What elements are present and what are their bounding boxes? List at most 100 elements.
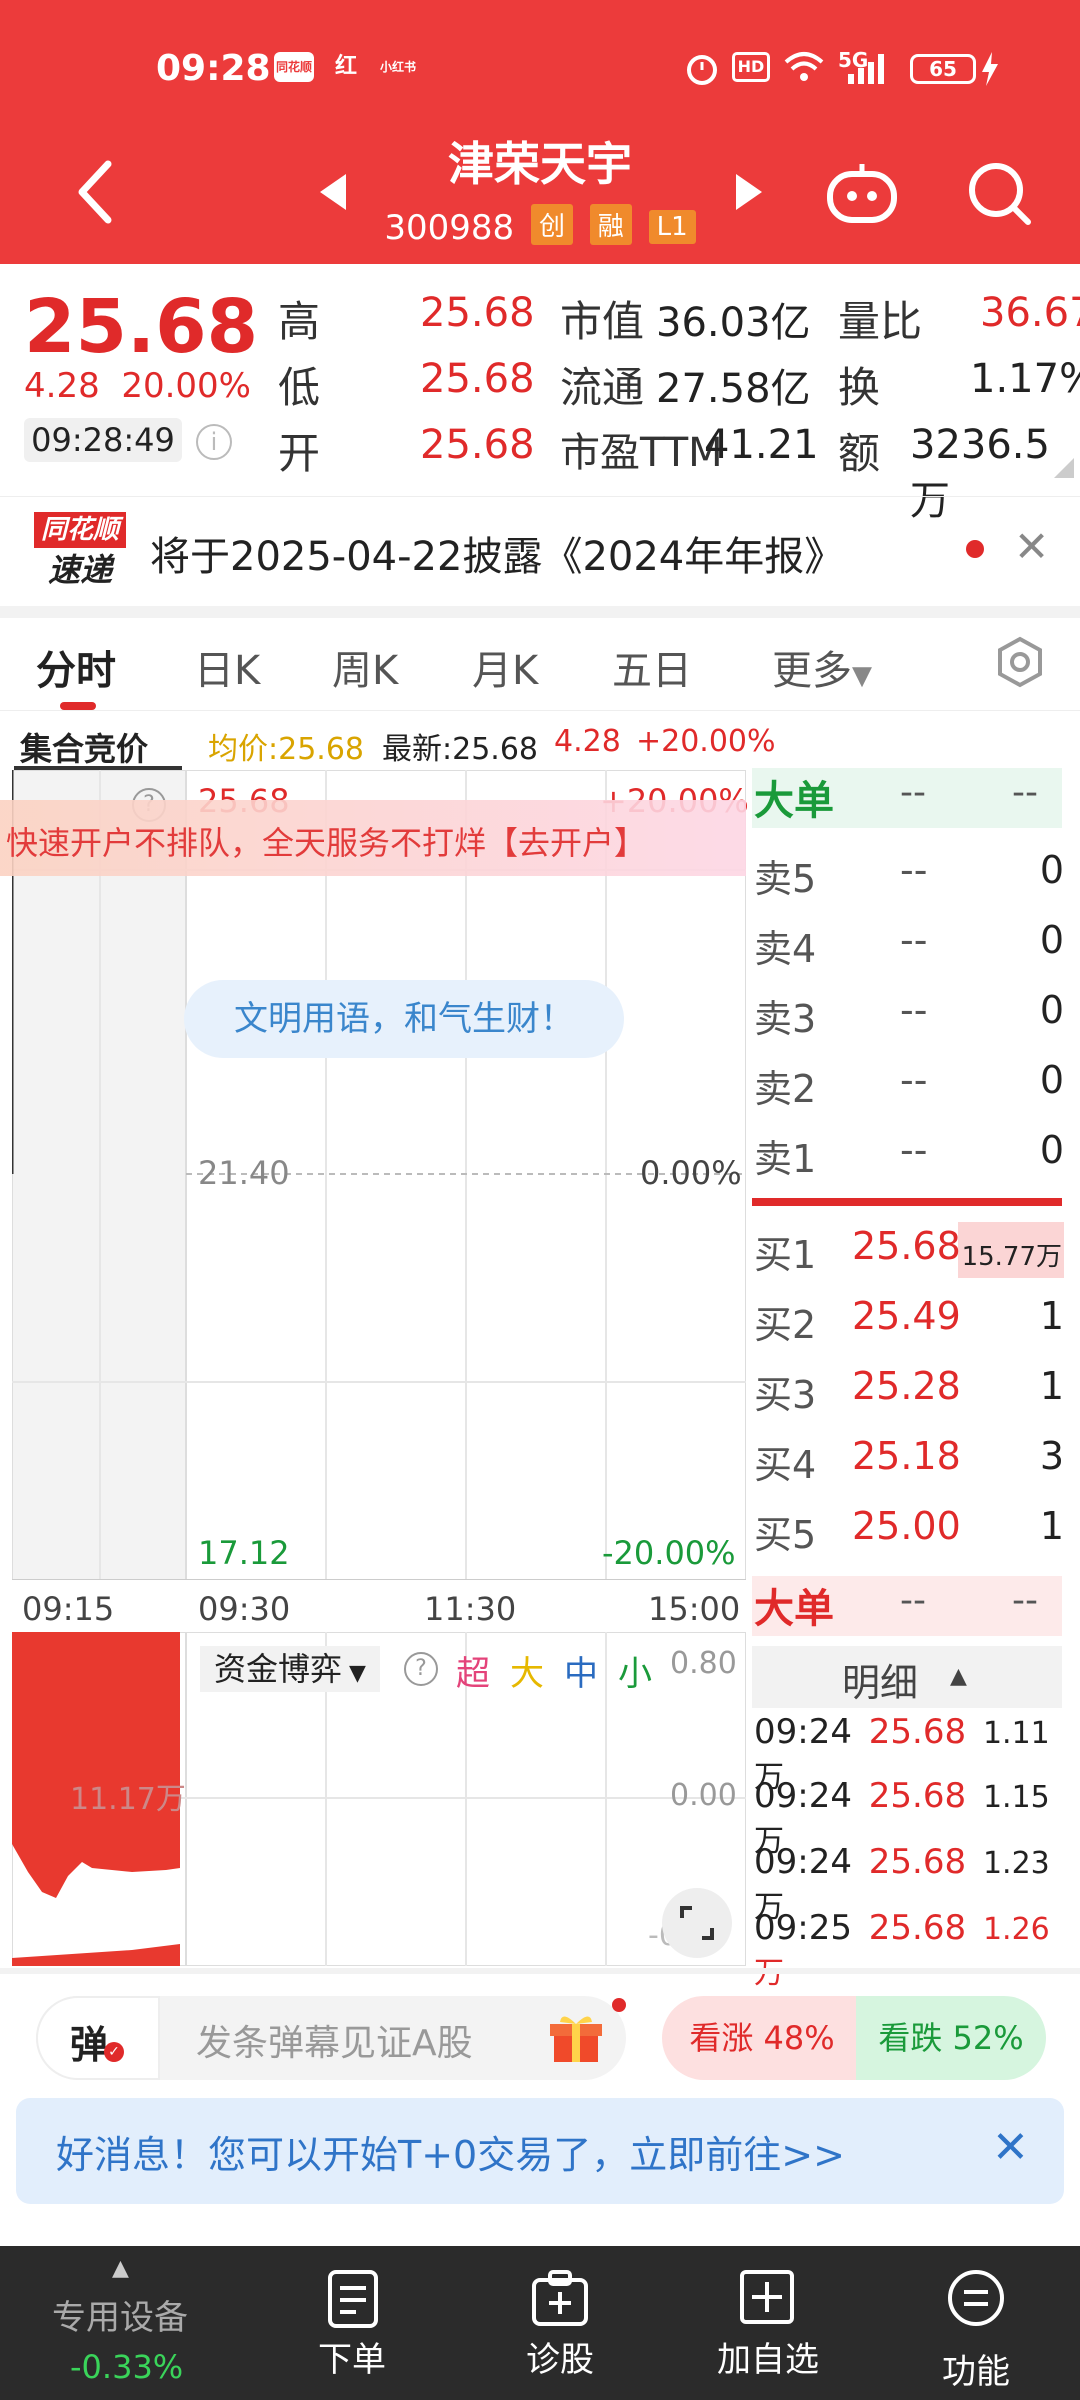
nav-order[interactable]: 下单 bbox=[262, 2332, 442, 2381]
quote-time: 09:28:49 bbox=[24, 418, 182, 462]
quote-value-float: 27.58亿 bbox=[656, 366, 811, 412]
open-account-banner[interactable]: 快速开户不排队，全天服务不打烊【去开户】 bbox=[6, 818, 646, 864]
flow-axis-top: 0.80 bbox=[670, 1646, 737, 1681]
tab-daily-k[interactable]: 日K bbox=[194, 638, 260, 696]
function-icon[interactable] bbox=[946, 2268, 1006, 2328]
order-icon[interactable] bbox=[326, 2270, 380, 2330]
legend-large: 大 bbox=[510, 1654, 544, 1694]
sector-name[interactable]: 专用设备 bbox=[52, 2290, 188, 2339]
ask-price: -- bbox=[900, 1058, 928, 1102]
ask-row-1[interactable]: 卖1 -- 0 bbox=[754, 1120, 1064, 1186]
legend-medium: 中 bbox=[564, 1654, 598, 1694]
bid-row-4[interactable]: 买4 25.18 3 bbox=[754, 1426, 1064, 1492]
quote-label-low: 低 bbox=[278, 363, 321, 412]
bid-price: 25.28 bbox=[852, 1364, 961, 1408]
nav-function[interactable]: 功能 bbox=[886, 2344, 1066, 2393]
capital-flow-title: 资金博弈 bbox=[214, 1650, 343, 1688]
time-tick: 11:30 bbox=[424, 1590, 517, 1628]
legend-super: 超 bbox=[456, 1654, 490, 1694]
quote-label-pe: 市盈TTM bbox=[560, 430, 723, 476]
bid-row-5[interactable]: 买5 25.00 1 bbox=[754, 1496, 1064, 1562]
ask-row-4[interactable]: 卖4 -- 0 bbox=[754, 910, 1064, 976]
bid-row-1[interactable]: 买1 25.68 15.77万 bbox=[754, 1216, 1064, 1282]
time-tick: 15:00 bbox=[648, 1590, 741, 1628]
diagnose-icon[interactable] bbox=[530, 2270, 590, 2330]
tab-five-day[interactable]: 五日 bbox=[612, 638, 692, 696]
gift-icon[interactable] bbox=[548, 2010, 604, 2066]
promo-text: 好消息！您可以开始T+0交易了，立即前往>> bbox=[56, 2133, 845, 2177]
gift-badge-dot bbox=[612, 1998, 626, 2012]
ask-row-5[interactable]: 卖5 -- 0 bbox=[754, 840, 1064, 906]
bid-volume: 1 bbox=[1039, 1504, 1064, 1548]
fullscreen-button[interactable] bbox=[662, 1888, 732, 1958]
ask-volume: 0 bbox=[1039, 1128, 1064, 1172]
bid-row-3[interactable]: 买3 25.28 1 bbox=[754, 1356, 1064, 1422]
capital-flow-dropdown[interactable]: 资金博弈 ▼ bbox=[200, 1646, 380, 1692]
tick-time: 09:25 bbox=[754, 1908, 852, 1948]
bid-price: 25.00 bbox=[852, 1504, 961, 1548]
bid-label: 买4 bbox=[754, 1443, 817, 1487]
bid-price: 25.68 bbox=[852, 1224, 961, 1268]
tab-intraday[interactable]: 分时 bbox=[36, 638, 116, 696]
intraday-chart[interactable] bbox=[12, 770, 746, 1580]
quote-value-volratio: 36.67 bbox=[980, 290, 1080, 336]
expand-corner-icon[interactable] bbox=[1054, 458, 1074, 478]
status-app-icon: 红 bbox=[334, 54, 357, 79]
tag-chuang: 创 bbox=[530, 204, 573, 245]
chevron-down-icon: ▼ bbox=[852, 661, 872, 691]
tick-price: 25.68 bbox=[868, 1908, 967, 1948]
latest-change: 4.28 bbox=[554, 724, 621, 759]
chart-mid-pct: 0.00% bbox=[640, 1154, 742, 1192]
capital-flow-help-icon[interactable]: ? bbox=[404, 1652, 438, 1686]
time-tick: 09:15 bbox=[22, 1590, 115, 1628]
chevron-up-icon[interactable]: ▲ bbox=[112, 2256, 129, 2281]
news-logo-bottom: 速递 bbox=[47, 551, 112, 589]
detail-label: 明细 bbox=[842, 1661, 919, 1705]
bid-label: 买5 bbox=[754, 1513, 817, 1557]
time-tick: 09:30 bbox=[198, 1590, 291, 1628]
robot-assistant-icon[interactable] bbox=[826, 162, 898, 224]
change-pct: 20.00% bbox=[121, 366, 251, 406]
bid-volume: 15.77万 bbox=[961, 1242, 1062, 1272]
ask-volume: 0 bbox=[1039, 988, 1064, 1032]
bid-row-2[interactable]: 买2 25.49 1 bbox=[754, 1286, 1064, 1352]
quote-value-turnover: 1.17% bbox=[970, 356, 1080, 402]
info-icon[interactable]: i bbox=[196, 424, 232, 460]
ask-row-2[interactable]: 卖2 -- 0 bbox=[754, 1050, 1064, 1116]
sort-up-icon: ▲ bbox=[950, 1664, 967, 1689]
chart-low-pct: -20.00% bbox=[602, 1534, 736, 1572]
nav-add-watchlist[interactable]: 加自选 bbox=[678, 2332, 858, 2381]
auction-label[interactable]: 集合竞价 bbox=[20, 724, 148, 770]
next-stock-icon[interactable] bbox=[734, 172, 764, 212]
news-close-icon[interactable]: ✕ bbox=[1014, 522, 1049, 571]
news-logo-top: 同花顺 bbox=[34, 512, 126, 548]
tab-more[interactable]: 更多▼ bbox=[772, 638, 872, 696]
danmu-toggle[interactable]: 弹 ✓ bbox=[36, 1996, 160, 2080]
chevron-down-icon: ▼ bbox=[342, 1661, 366, 1686]
settings-icon[interactable] bbox=[994, 636, 1046, 688]
wifi-icon bbox=[784, 52, 824, 81]
add-watchlist-icon[interactable] bbox=[738, 2268, 796, 2326]
vote-down-button[interactable]: 看跌 52% bbox=[856, 1996, 1046, 2080]
vote-up-button[interactable]: 看涨 48% bbox=[662, 1996, 862, 2080]
tab-active-indicator bbox=[60, 702, 96, 710]
avg-price: 均价:25.68 bbox=[208, 732, 364, 767]
search-icon[interactable] bbox=[966, 160, 1032, 226]
ask-row-3[interactable]: 卖3 -- 0 bbox=[754, 980, 1064, 1046]
tag-l1: L1 bbox=[648, 210, 696, 244]
promo-banner[interactable]: 好消息！您可以开始T+0交易了，立即前往>> ✕ bbox=[16, 2098, 1064, 2204]
legend-small: 小 bbox=[618, 1654, 652, 1694]
promo-close-icon[interactable]: ✕ bbox=[992, 2122, 1029, 2173]
big-order-value: -- bbox=[900, 772, 926, 813]
bid-price: 25.18 bbox=[852, 1434, 961, 1478]
tab-monthly-k[interactable]: 月K bbox=[472, 638, 538, 696]
nav-diagnose[interactable]: 诊股 bbox=[470, 2332, 650, 2381]
news-headline[interactable]: 将于2025-04-22披露《2024年年报》 bbox=[150, 524, 844, 582]
header: 09:28 同花顺 红 小红书 HD 5G 65 津荣天宇 300988 创 融… bbox=[0, 0, 1080, 264]
tick-time: 09:24 bbox=[754, 1776, 852, 1816]
tab-more-label: 更多 bbox=[772, 648, 852, 694]
bid-label: 买1 bbox=[754, 1233, 817, 1277]
latest-price: 最新:25.68 bbox=[382, 732, 538, 767]
news-logo: 同花顺 速递 bbox=[34, 512, 126, 592]
tab-weekly-k[interactable]: 周K bbox=[332, 638, 398, 696]
